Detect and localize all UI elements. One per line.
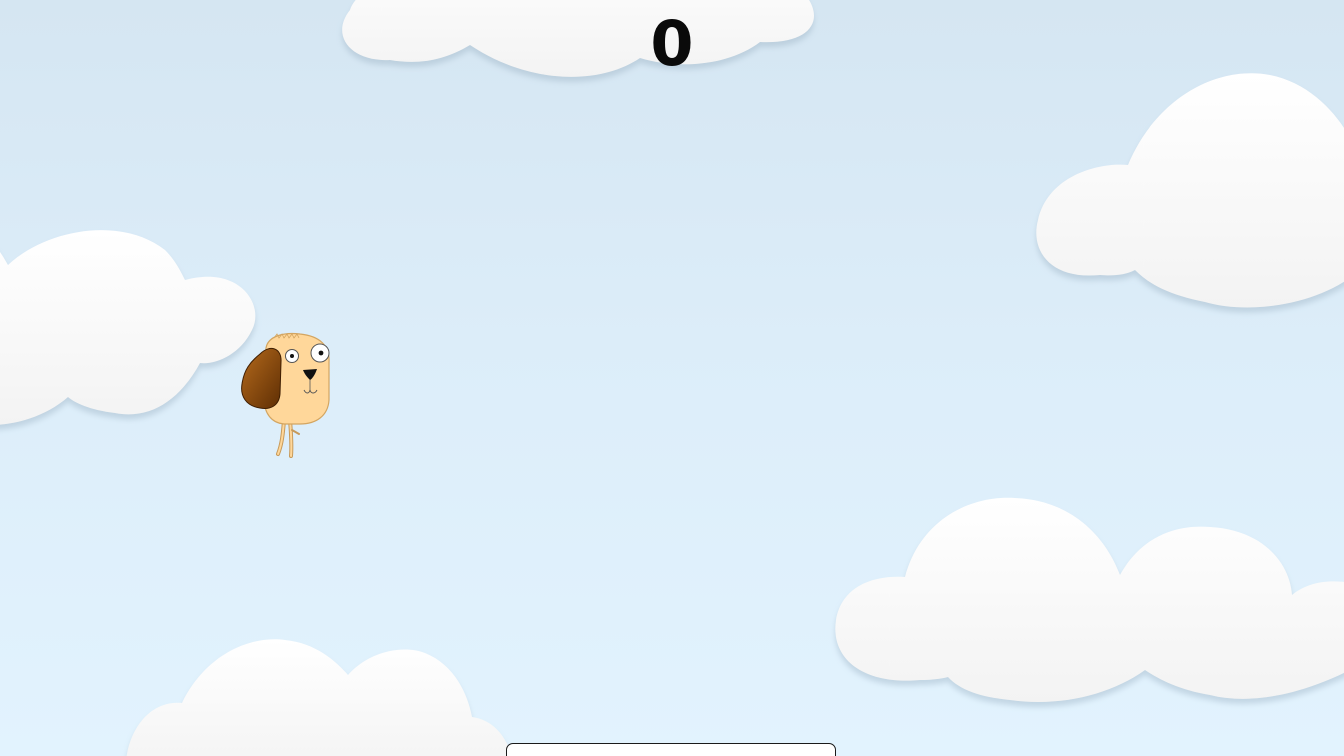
score-counter: 0: [650, 7, 694, 80]
cloud-left: [0, 230, 256, 425]
cloud-right-upper: [1036, 73, 1344, 308]
dog-icon[interactable]: [236, 328, 336, 462]
game-canvas[interactable]: 0: [0, 0, 1344, 756]
bottom-panel: [506, 743, 836, 756]
cloud-bottom-left: [126, 639, 512, 756]
cloud-right-lower: [835, 497, 1344, 702]
